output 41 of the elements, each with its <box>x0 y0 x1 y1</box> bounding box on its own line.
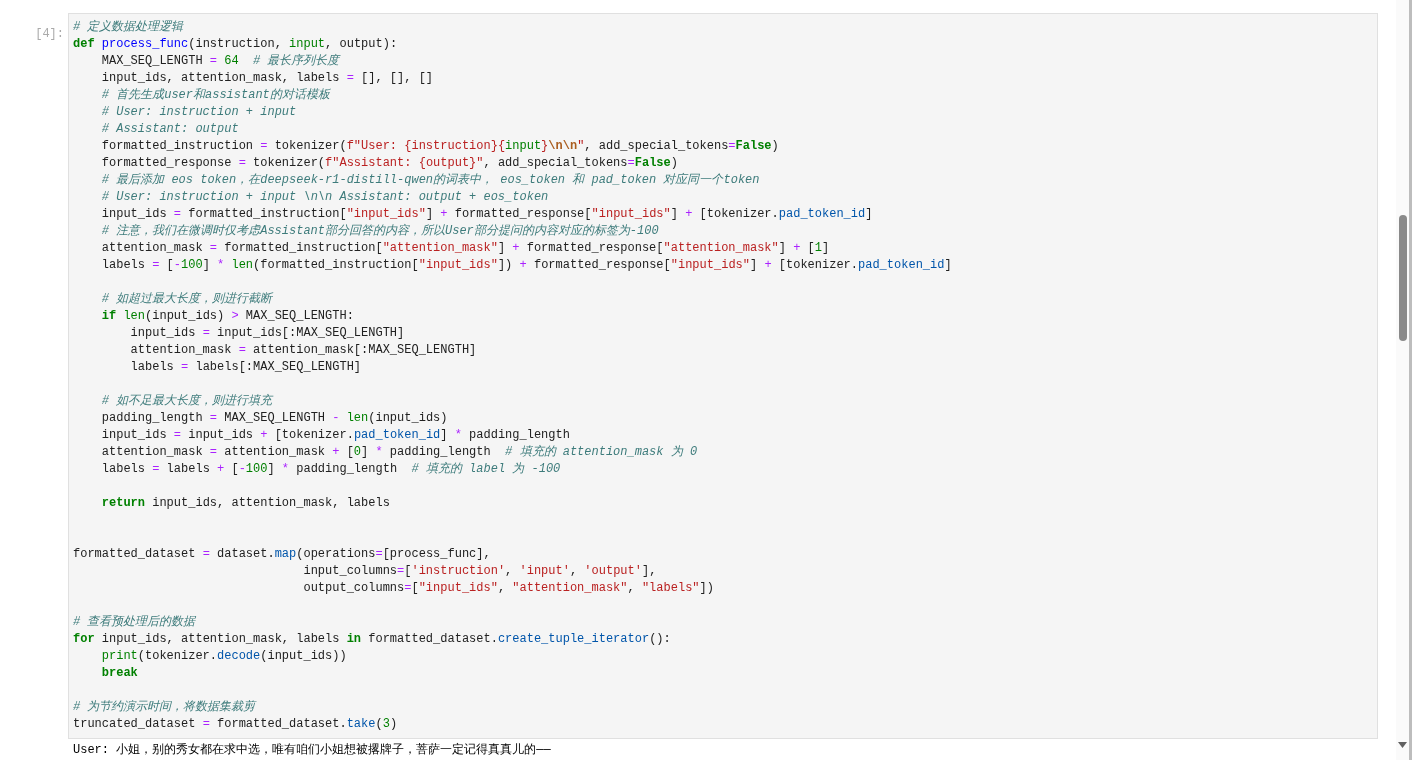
code-line: formatted_response = tokenizer(f"Assistant: {output}", add_special_tokens=False) <box>100 155 679 172</box>
code-line: if len(input_ids) > MAX_SEQ_LENGTH: <box>100 308 355 325</box>
code-line: # 如不足最大长度，则进行填充 <box>100 393 275 410</box>
code-line: input_columns=['instruction', 'input', 'output'], <box>302 563 658 580</box>
code-line: truncated_dataset = formatted_dataset.take(3) <box>73 716 399 733</box>
code-line: output_columns=["input_ids", "attention_mask", "labels"]) <box>302 580 715 597</box>
code-line: # User: instruction + input <box>100 104 298 121</box>
code-line: # 首先生成user和assistant的对话模板 <box>100 87 332 104</box>
code-line: labels = labels + [-100] * padding_length # 填充的 label 为 -100 <box>100 461 562 478</box>
code-line: # 查看预处理后的数据 <box>73 614 197 631</box>
code-line: attention_mask = formatted_instruction["attention_mask"] + formatted_response["attention_mask"] + [1] <box>100 240 831 257</box>
code-line: labels = labels[:MAX_SEQ_LENGTH] <box>129 359 363 376</box>
code-cell[interactable] <box>68 13 1378 739</box>
code-line: print(tokenizer.decode(input_ids)) <box>100 648 348 665</box>
code-line: # 最后添加 eos token，在deepseek-r1-distill-qwen的词表中， eos_token 和 pad_token 对应同一个token <box>100 172 761 189</box>
code-line: input_ids, attention_mask, labels = [], [], [] <box>100 70 435 87</box>
output-text: User: 小姐，别的秀女都在求中选，唯有咱们小姐想被撂牌子，菩萨一定记得真真儿的—— <box>73 742 552 758</box>
code-line: # User: instruction + input \n\n Assistant: output + eos_token <box>100 189 550 206</box>
scrollbar[interactable] <box>1396 0 1412 760</box>
code-line: attention_mask = attention_mask[:MAX_SEQ_LENGTH] <box>129 342 478 359</box>
code-line: input_ids = formatted_instruction["input_ids"] + formatted_response["input_ids"] + [tokenizer.pad_token_id] <box>100 206 874 223</box>
code-line: formatted_instruction = tokenizer(f"User: {instruction}{input}\n\n", add_special_tokens=False) <box>100 138 780 155</box>
scrollbar-thumb[interactable] <box>1398 215 1407 341</box>
cell-prompt: [4]: <box>34 26 65 43</box>
code-line: # 如超过最大长度，则进行截断 <box>100 291 274 308</box>
code-line: # 注意，我们在微调时仅考虑Assistant部分回答的内容，所以User部分提问的内容对应的标签为-100 <box>100 223 660 240</box>
code-line: MAX_SEQ_LENGTH = 64 # 最长序列长度 <box>100 53 342 70</box>
code-line: input_ids = input_ids + [tokenizer.pad_token_id] * padding_length <box>100 427 571 444</box>
code-line: # 为节约演示时间，将数据集裁剪 <box>73 699 258 716</box>
code-line: attention_mask = attention_mask + [0] * padding_length # 填充的 attention_mask 为 0 <box>100 444 699 461</box>
code-line: def process_func(instruction, input, output): <box>73 36 399 53</box>
code-line: padding_length = MAX_SEQ_LENGTH - len(input_ids) <box>100 410 449 427</box>
code-line: # 定义数据处理逻辑 <box>73 19 185 36</box>
code-line: # Assistant: output <box>100 121 240 138</box>
code-line: return input_ids, attention_mask, labels <box>100 495 391 512</box>
code-line: for input_ids, attention_mask, labels in formatted_dataset.create_tuple_iterator(): <box>73 631 672 648</box>
code-line: labels = [-100] * len(formatted_instruction["input_ids"]) + formatted_response["input_ids"] + [tokenizer.pad_token_id] <box>100 257 953 274</box>
code-line: input_ids = input_ids[:MAX_SEQ_LENGTH] <box>129 325 406 342</box>
code-line: formatted_dataset = dataset.map(operations=[process_func], <box>73 546 492 563</box>
scroll-down-icon[interactable] <box>1398 742 1407 748</box>
code-line: break <box>100 665 139 682</box>
